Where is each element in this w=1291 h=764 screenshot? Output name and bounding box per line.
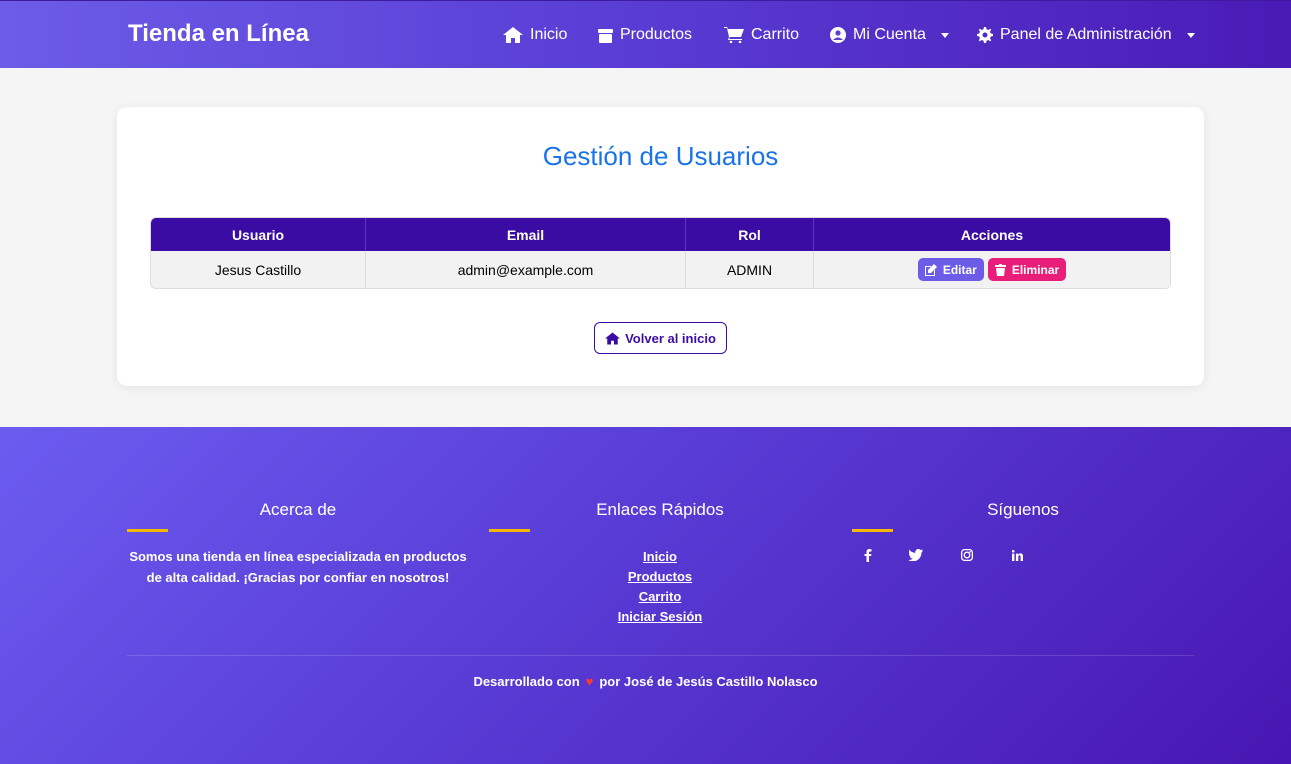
table-header-row: Usuario Email Rol Acciones: [151, 218, 1170, 251]
credits-prefix: Desarrollado con: [473, 674, 580, 689]
linkedin-icon[interactable]: [1010, 548, 1024, 562]
edit-icon: [924, 263, 937, 276]
page-title: Gestión de Usuarios: [542, 141, 779, 171]
nav-mi-cuenta[interactable]: Mi Cuenta: [830, 25, 949, 45]
instagram-icon[interactable]: [960, 548, 974, 562]
chevron-down-icon: [1186, 32, 1195, 38]
nav-productos-label: Productos: [620, 26, 693, 43]
column-header-rol: Rol: [686, 218, 814, 251]
chevron-down-icon: [940, 32, 949, 38]
users-table: Usuario Email Rol Acciones Jesus Castill…: [150, 217, 1171, 289]
footer-link-iniciar-sesion[interactable]: Iniciar Sesión: [560, 607, 760, 627]
nav-mi-cuenta-label: Mi Cuenta: [853, 26, 926, 43]
nav-panel-admin-label: Panel de Administración: [1000, 26, 1172, 43]
footer: Acerca de Somos una tienda en línea espe…: [0, 427, 1291, 764]
back-home-button[interactable]: Volver al inicio: [594, 322, 727, 354]
back-home-label: Volver al inicio: [625, 330, 716, 346]
footer-link-productos[interactable]: Productos: [560, 567, 760, 587]
footer-credits: Desarrollado con ♥ por José de Jesús Cas…: [0, 674, 1291, 689]
footer-about-underline: [127, 529, 168, 532]
nav-inicio[interactable]: Inicio: [503, 25, 567, 45]
nav-panel-admin[interactable]: Panel de Administración: [977, 25, 1195, 45]
credits-author: por José de Jesús Castillo Nolasco: [599, 674, 818, 689]
footer-links-title: Enlaces Rápidos: [596, 500, 724, 519]
footer-link-carrito[interactable]: Carrito: [560, 587, 760, 607]
footer-links-underline: [489, 529, 530, 532]
column-header-acciones: Acciones: [814, 218, 1170, 251]
edit-button-label: Editar: [942, 262, 977, 277]
nav-productos[interactable]: Productos: [598, 25, 692, 45]
nav-carrito-label: Carrito: [751, 26, 800, 43]
table-row: Jesus Castillo admin@example.com ADMIN E…: [151, 251, 1170, 288]
footer-link-inicio[interactable]: Inicio: [560, 547, 760, 567]
footer-follow-underline: [852, 529, 893, 532]
footer-about-title: Acerca de: [259, 500, 337, 519]
trash-icon: [994, 263, 1006, 276]
user-circle-icon: [830, 27, 846, 43]
column-header-email: Email: [366, 218, 686, 251]
footer-follow-title: Síguenos: [987, 500, 1059, 519]
footer-about-text: Somos una tienda en línea especializada …: [129, 549, 467, 585]
twitter-icon[interactable]: [909, 548, 923, 562]
box-icon: [598, 28, 613, 43]
nav-carrito[interactable]: Carrito: [724, 25, 799, 45]
footer-divider: [127, 655, 1194, 656]
footer-quick-links: Inicio Productos Carrito Iniciar Sesión: [560, 547, 760, 627]
delete-button[interactable]: Eliminar: [987, 258, 1067, 281]
cart-icon: [724, 27, 744, 43]
cell-usuario: Jesus Castillo: [151, 251, 366, 288]
navbar: Tienda en Línea Inicio Productos Carrito…: [0, 0, 1291, 68]
cell-acciones: Editar Eliminar: [814, 251, 1170, 288]
brand-logo[interactable]: Tienda en Línea: [128, 20, 309, 48]
heart-icon: ♥: [585, 674, 594, 689]
home-icon: [605, 332, 621, 344]
nav-inicio-label: Inicio: [530, 26, 568, 43]
home-icon: [503, 27, 523, 43]
gear-icon: [977, 27, 993, 43]
edit-button[interactable]: Editar: [917, 258, 984, 281]
delete-button-label: Eliminar: [1011, 262, 1060, 277]
column-header-usuario: Usuario: [151, 218, 366, 251]
cell-rol: ADMIN: [686, 251, 814, 288]
main-card: Gestión de Usuarios Usuario Email Rol Ac…: [117, 107, 1204, 386]
cell-email: admin@example.com: [366, 251, 686, 288]
facebook-icon[interactable]: [861, 548, 875, 562]
